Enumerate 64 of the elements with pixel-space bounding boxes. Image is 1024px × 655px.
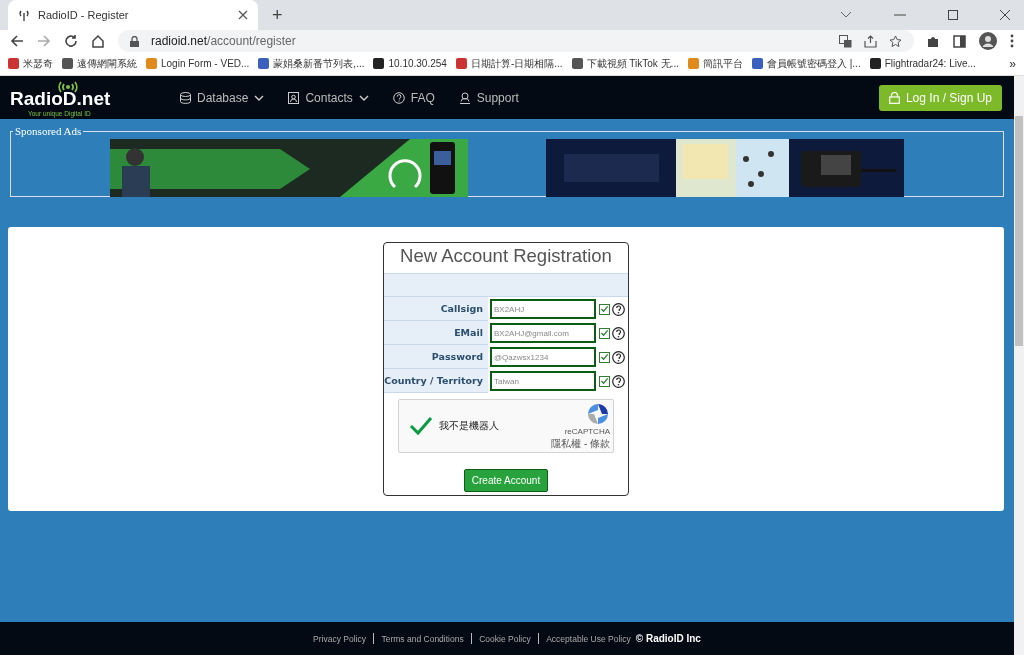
bookmark[interactable]: 日期計算-日期相隔... [455,56,563,71]
scrollbar[interactable] [1014,76,1024,655]
captcha-checkbox[interactable] [409,414,433,438]
reload-icon[interactable] [64,34,78,48]
footer-link[interactable]: Cookie Policy [479,633,531,644]
help-icon[interactable] [612,374,625,388]
close-icon[interactable] [1000,10,1010,20]
bookmark[interactable]: 簡訊平台 [687,56,743,71]
lock-icon [888,91,900,104]
help-icon[interactable] [612,350,625,364]
close-icon[interactable] [238,10,248,20]
recaptcha-icon [586,401,610,426]
input-field[interactable]: BX2AHJ@gmail.com [490,323,596,343]
bookmark[interactable]: 遠傳網閘系統 [62,56,137,71]
input-field[interactable]: Taiwan [490,371,596,391]
nav-link[interactable]: Database [180,90,265,105]
captcha-label: 我不是機器人 [439,419,499,433]
more-bookmarks-button[interactable]: » [1009,56,1016,71]
field-label: Country / Territory [384,369,488,393]
nav-link[interactable]: FAQ [392,90,435,105]
nav-link[interactable]: Contacts [288,90,369,105]
nav-link[interactable]: Support [458,90,519,105]
bookmark[interactable]: 下載視頻 TikTok 无... [571,56,679,71]
bookmark[interactable]: 10.10.30.254 [373,58,447,69]
input-field[interactable]: BX2AHJ [490,299,596,319]
home-icon[interactable] [91,34,105,48]
footer-link[interactable]: Terms and Conditions [381,633,464,644]
back-icon[interactable] [10,34,24,48]
avatar-icon[interactable] [979,32,997,50]
bookmark[interactable]: Flightradar24: Live... [869,58,976,69]
lock-icon [130,35,139,47]
translate-icon[interactable] [839,34,852,48]
captcha-brand: reCAPTCHA [564,426,610,436]
field-label: EMail [384,321,488,345]
person-icon [458,91,471,104]
database-icon [180,91,191,104]
footer-link[interactable]: Acceptable Use Policy [546,633,631,644]
contact-card-icon [288,91,300,104]
star-icon[interactable] [889,34,902,48]
ads-legend: Sponsored Ads [13,125,84,137]
browser-tab[interactable]: RadioID - Register [8,0,258,30]
copyright: © RadioID Inc [635,633,701,644]
input-field[interactable]: @Qazwsx1234 [490,347,596,367]
help-icon [392,91,405,104]
menu-icon[interactable] [1010,34,1014,48]
bookmark[interactable]: 蒙娟桑新番节列表,... [258,56,365,71]
antenna-icon [18,9,30,21]
new-tab-button[interactable]: + [272,4,283,26]
help-icon[interactable] [612,326,625,340]
field-label: Callsign [384,297,488,321]
bookmark[interactable]: 會員帳號密碼登入 |... [751,56,861,71]
field-label: Password [384,345,488,369]
caret-icon[interactable] [840,11,852,19]
form-title: New Account Registration [400,244,612,268]
footer-link[interactable]: Privacy Policy [313,633,366,644]
help-icon[interactable] [612,302,625,316]
antenna-icon [56,79,80,94]
sidebar-icon[interactable] [953,34,966,48]
bookmark[interactable]: Login Form - VED... [146,58,250,69]
maximize-icon[interactable] [948,10,958,20]
address-field[interactable]: radioid.net/account/register [118,30,914,52]
share-icon[interactable] [864,34,877,48]
captcha-links[interactable]: 隱私權 - 條款 [551,436,610,451]
bookmark[interactable]: 米瑟奇 [8,56,53,71]
